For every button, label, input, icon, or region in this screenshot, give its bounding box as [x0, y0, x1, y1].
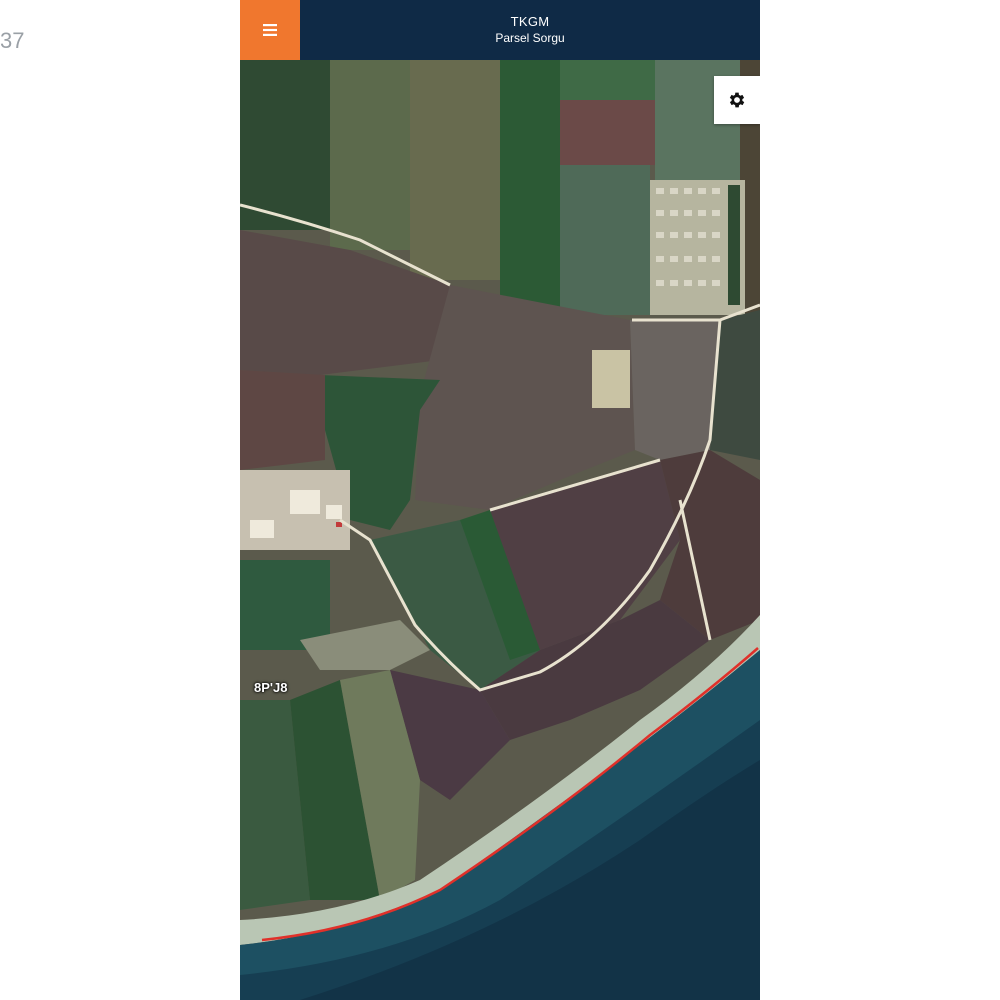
village-trees — [728, 185, 740, 305]
field — [330, 60, 410, 250]
side-text-fragment: 37 — [0, 28, 25, 53]
satellite-map[interactable] — [240, 60, 760, 1000]
app-title: TKGM — [510, 14, 550, 29]
menu-button[interactable] — [240, 0, 300, 60]
field — [240, 560, 330, 650]
header-titles: TKGM Parsel Sorgu — [300, 0, 760, 60]
field — [630, 320, 720, 460]
quarry — [592, 350, 630, 408]
field — [240, 370, 325, 470]
parcel-label: 8P'J8 — [254, 680, 288, 695]
gear-icon — [729, 92, 745, 108]
hamburger-menu-icon — [263, 24, 277, 36]
field — [410, 60, 500, 280]
field — [560, 60, 655, 100]
settings-button[interactable] — [714, 76, 760, 124]
field — [240, 60, 330, 230]
app-subtitle: Parsel Sorgu — [495, 31, 565, 45]
field — [560, 100, 655, 165]
field — [500, 60, 560, 310]
mobile-app-screen: TKGM Parsel Sorgu 8P'J8 — [240, 0, 760, 1000]
app-header: TKGM Parsel Sorgu — [240, 0, 760, 60]
field — [560, 165, 650, 315]
